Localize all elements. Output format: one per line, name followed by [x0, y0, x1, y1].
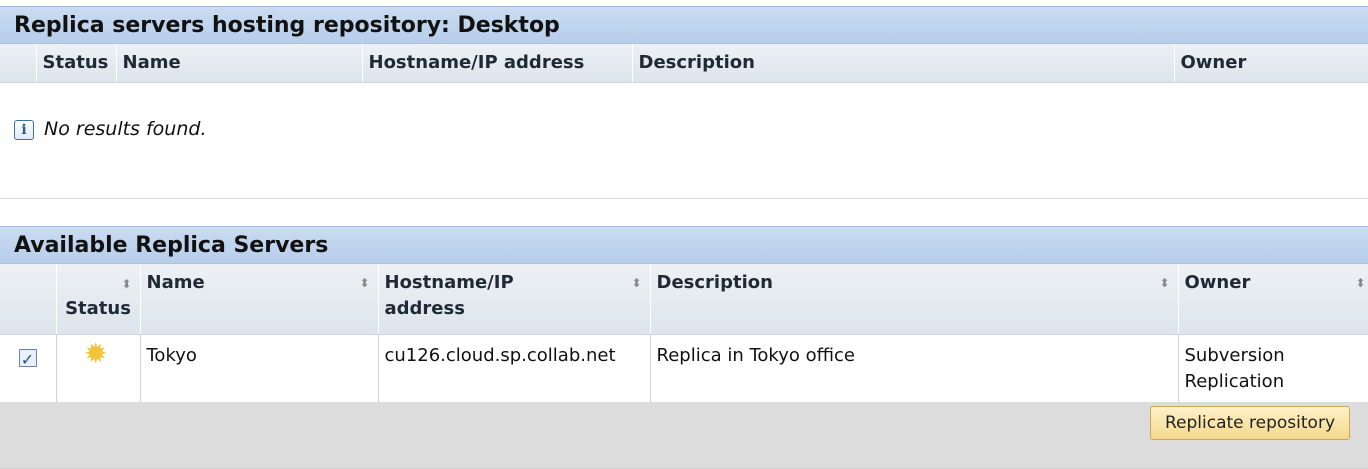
table-row[interactable]: Tokyo cu126.cloud.sp.collab.net Replica … [0, 334, 1368, 404]
empty-results-message: i No results found. [0, 83, 1368, 175]
hosting-replicas-table: Status Name Hostname/IP address Descript… [0, 44, 1368, 83]
status-column-header[interactable]: Status [36, 44, 117, 83]
owner-line1: Subversion [1184, 344, 1285, 366]
sort-icon[interactable]: ⬍ [1158, 270, 1172, 296]
sort-icon[interactable]: ⬍ [630, 270, 644, 296]
row-select-cell[interactable] [0, 334, 57, 404]
owner-column-label: Owner [1184, 272, 1251, 293]
table-footer: Replicate repository [0, 402, 1368, 469]
owner-line2: Replication [1184, 370, 1285, 392]
status-column-header[interactable]: ⬍ Status [56, 264, 141, 335]
sort-icon[interactable]: ⬍ [120, 271, 134, 297]
sort-icon[interactable]: ⬍ [1354, 270, 1368, 296]
available-panel-title: Available Replica Servers [0, 226, 1368, 264]
available-replicas-table: ⬍ Status Name ⬍ Hostname/IP address ⬍ De… [0, 264, 1368, 404]
available-table-header: ⬍ Status Name ⬍ Hostname/IP address ⬍ De… [0, 264, 1368, 335]
hostname-column-label-line2: address [384, 298, 465, 319]
select-column-header [0, 264, 57, 335]
name-column-label: Name [146, 272, 205, 293]
empty-results-text: No results found. [44, 118, 207, 140]
description-cell: Replica in Tokyo office [650, 334, 1179, 404]
hosting-panel-title: Replica servers hosting repository: Desk… [0, 6, 1368, 44]
hosting-table-header: Status Name Hostname/IP address Descript… [0, 44, 1368, 83]
owner-column-header[interactable]: Owner ⬍ [1178, 264, 1368, 335]
name-column-header[interactable]: Name ⬍ [140, 264, 379, 335]
available-replicas-panel: Available Replica Servers ⬍ Status Name … [0, 226, 1368, 469]
hostname-column-header[interactable]: Hostname/IP address [362, 44, 633, 83]
hosting-replicas-panel: Replica servers hosting repository: Desk… [0, 6, 1368, 199]
hostname-column-label-line1: Hostname/IP [384, 272, 514, 293]
owner-cell: Subversion Replication [1178, 334, 1368, 404]
description-column-label: Description [656, 272, 773, 293]
sort-icon[interactable]: ⬍ [358, 270, 372, 296]
replicate-repository-button[interactable]: Replicate repository [1150, 406, 1350, 440]
info-icon: i [14, 119, 34, 140]
select-column-header [0, 44, 37, 83]
description-column-header[interactable]: Description [632, 44, 1175, 83]
sun-icon [84, 337, 110, 371]
description-column-header[interactable]: Description ⬍ [650, 264, 1179, 335]
name-cell: Tokyo [140, 334, 379, 404]
hostname-cell: cu126.cloud.sp.collab.net [378, 334, 651, 404]
status-column-label: Status [65, 298, 131, 319]
row-checkbox[interactable] [18, 347, 37, 373]
owner-column-header[interactable]: Owner [1174, 44, 1368, 83]
name-column-header[interactable]: Name [116, 44, 363, 83]
status-cell [56, 334, 141, 404]
hostname-column-header[interactable]: Hostname/IP address ⬍ [378, 264, 651, 335]
